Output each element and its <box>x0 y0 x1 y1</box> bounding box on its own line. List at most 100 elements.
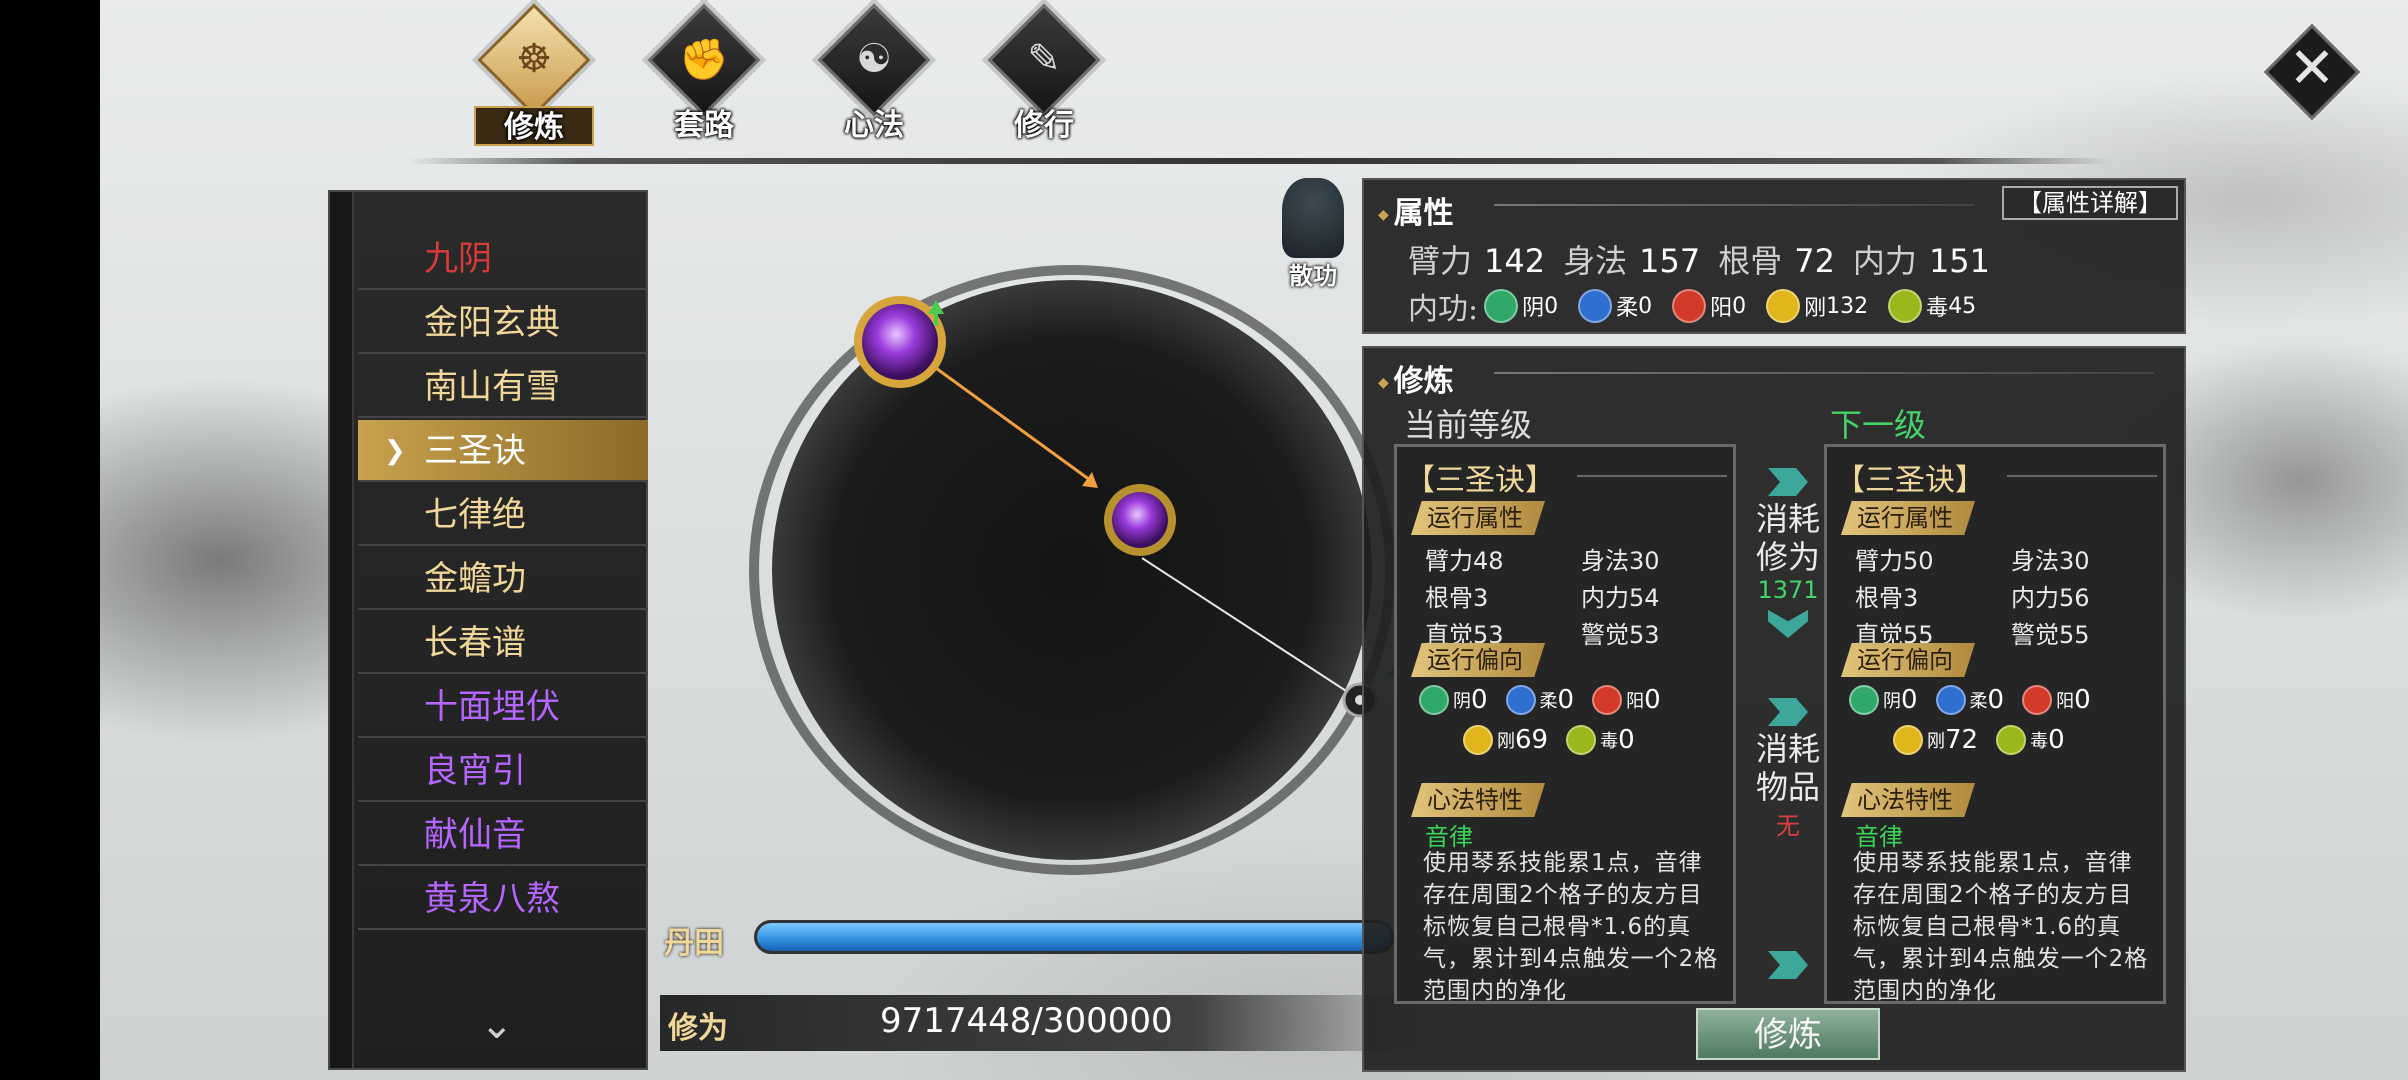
list-item-label: 金阳玄典 <box>424 303 560 343</box>
poison-icon <box>1888 289 1923 323</box>
current-level-card: 【三圣诀】 运行属性 臂力48 身法30 根骨3 内力54 直觉53 警觉53 … <box>1394 444 1736 1004</box>
consume-items-value: 无 <box>1776 812 1800 840</box>
yin-icon <box>1484 289 1519 323</box>
chevron-down-icon <box>1768 610 1808 638</box>
consume-cultivation-amount: 1371 <box>1757 576 1819 604</box>
soft-icon <box>1505 685 1536 715</box>
list-item-label: 金蟾功 <box>424 559 526 599</box>
attr-value: 身法30 <box>1581 547 1660 575</box>
meridian-ink-circle <box>749 265 1400 875</box>
fist-icon: ✊ <box>679 37 729 83</box>
attr-value: 根骨3 <box>1425 584 1489 612</box>
disperse-skill-button[interactable]: 散功 <box>1268 178 1358 290</box>
soft-orb: 柔0 <box>1935 685 2004 715</box>
list-item-label: 九阴 <box>424 239 492 279</box>
tab-cultivate[interactable]: ☸ 修炼 <box>460 3 608 146</box>
dantian-label: 丹田 <box>664 926 724 961</box>
technique-list: 九阴 金阳玄典 南山有雪 ❯ 三圣诀 七律绝 金蟾功 长春谱 十面埋伏 良宵引 … <box>328 190 648 1070</box>
attribute-panel-title: 属性 <box>1378 188 1454 232</box>
scroll-down-icon[interactable]: ⌄ <box>480 1002 514 1048</box>
yang-icon <box>1592 685 1623 715</box>
dantian-progress-fill <box>757 923 1391 951</box>
close-button[interactable]: ✕ <box>2262 22 2362 122</box>
consumption-column: 消耗修为 1371 消耗物品 无 <box>1752 468 1824 979</box>
yang-orb: 阳0 <box>2022 685 2091 715</box>
hard-icon <box>1463 725 1493 755</box>
list-item-label: 十面埋伏 <box>424 687 560 727</box>
trait-description: 使用琴系技能累1点，音律存在周围2个格子的友方目标恢复自己根骨*1.6的真气，累… <box>1423 850 1719 1004</box>
tab-label: 修炼 <box>474 106 594 146</box>
tab-routines[interactable]: ✊ 套路 <box>630 3 778 146</box>
attr-value: 臂力50 <box>1855 547 1934 575</box>
list-item-label: 长春谱 <box>424 623 526 663</box>
cultivation-points-row: 修为 9717448/300000 <box>660 995 1420 1051</box>
tab-mind-method[interactable]: ☯ 心法 <box>800 3 948 146</box>
list-item[interactable]: 献仙音 <box>358 804 648 866</box>
list-item[interactable]: 长春谱 <box>358 612 648 674</box>
attr-value: 臂力48 <box>1425 547 1504 575</box>
top-nav: ☸ 修炼 ✊ 套路 ☯ 心法 ✎ 修行 <box>460 3 1118 146</box>
tab-label: 套路 <box>674 108 734 143</box>
chevron-right-icon <box>1768 951 1808 979</box>
list-item[interactable]: 十面埋伏 <box>358 676 648 738</box>
nav-divider <box>410 158 2110 164</box>
cultivate-button[interactable]: 修炼 <box>1696 1008 1880 1060</box>
stat-agility: 身法 157 <box>1563 242 1701 280</box>
hard-icon <box>1893 725 1923 755</box>
attribute-detail-button[interactable]: 【属性详解】 <box>2002 186 2178 220</box>
run-attributes-tag: 运行属性 <box>1841 501 1975 535</box>
inner-energy-label: 内功: <box>1408 292 1479 327</box>
title-divider <box>1494 372 2154 374</box>
consume-cultivation-label: 消耗修为 <box>1755 500 1820 576</box>
card-divider <box>1577 475 1727 477</box>
lotus-icon: ☸ <box>516 36 552 82</box>
list-item-label: 南山有雪 <box>424 367 560 407</box>
game-screen: ☸ 修炼 ✊ 套路 ☯ 心法 ✎ 修行 ✕ 九阴 金阳玄典 南山有雪 ❯ 三圣诀… <box>100 0 2408 1080</box>
tab-label: 修行 <box>1014 108 1074 143</box>
scroll-icon: ✎ <box>1027 36 1061 82</box>
chevron-right-icon: ❯ <box>384 436 406 466</box>
attr-value: 警觉55 <box>2011 621 2090 649</box>
list-item[interactable]: 金蟾功 <box>358 548 648 610</box>
run-attributes-tag: 运行属性 <box>1411 501 1545 535</box>
soft-icon <box>1578 289 1613 323</box>
chevron-right-icon <box>1768 698 1808 726</box>
yin-orb: 阴0 <box>1849 685 1918 715</box>
run-bias-tag: 运行偏向 <box>1841 643 1975 677</box>
technique-name: 【三圣诀】 <box>1405 463 1555 498</box>
list-item-selected[interactable]: ❯ 三圣诀 <box>358 420 648 482</box>
next-level-header: 下一级 <box>1830 406 1927 444</box>
cultivation-points-value: 9717448/300000 <box>880 1001 1173 1041</box>
attr-value: 警觉53 <box>1581 621 1660 649</box>
run-bias-tag: 运行偏向 <box>1411 643 1545 677</box>
yin-icon <box>1419 685 1449 715</box>
yang-orb: 阳0 <box>1672 289 1746 323</box>
current-level-header: 当前等级 <box>1404 406 1533 444</box>
attr-value: 身法30 <box>2011 547 2090 575</box>
list-item[interactable]: 南山有雪 <box>358 356 648 418</box>
soft-orb: 柔0 <box>1505 685 1574 715</box>
attribute-stats: 臂力 142 身法 157 根骨 72 内力 151 <box>1408 236 2008 282</box>
list-rail <box>330 192 354 1068</box>
hard-orb: 刚 72 <box>1893 725 1978 755</box>
list-item[interactable]: 良宵引 <box>358 740 648 802</box>
acupoint-node-start[interactable] <box>862 304 938 380</box>
tab-practice[interactable]: ✎ 修行 <box>970 3 1118 146</box>
stat-constitution: 根骨 72 <box>1718 242 1835 280</box>
meditating-figure-icon <box>1282 178 1344 258</box>
card-divider <box>2007 475 2157 477</box>
poison-orb: 毒 45 <box>1888 289 1976 323</box>
close-icon: ✕ <box>2288 36 2336 101</box>
acupoint-node-mid[interactable] <box>1112 492 1168 548</box>
poison-orb: 毒0 <box>1566 725 1635 755</box>
list-item[interactable]: 九阴 <box>358 228 648 290</box>
list-item-label: 七律绝 <box>424 495 526 535</box>
dantian-progress-bar <box>754 920 1394 954</box>
title-divider <box>1494 204 1974 206</box>
technique-name: 【三圣诀】 <box>1835 463 1985 498</box>
list-item[interactable]: 黄泉八熬 <box>358 868 648 930</box>
consume-items-label: 消耗物品 <box>1755 730 1820 806</box>
list-item[interactable]: 金阳玄典 <box>358 292 648 354</box>
list-item[interactable]: 七律绝 <box>358 484 648 546</box>
run-bias-orbs: 阴0 柔0 阳0 刚 72 毒0 <box>1849 685 2159 755</box>
